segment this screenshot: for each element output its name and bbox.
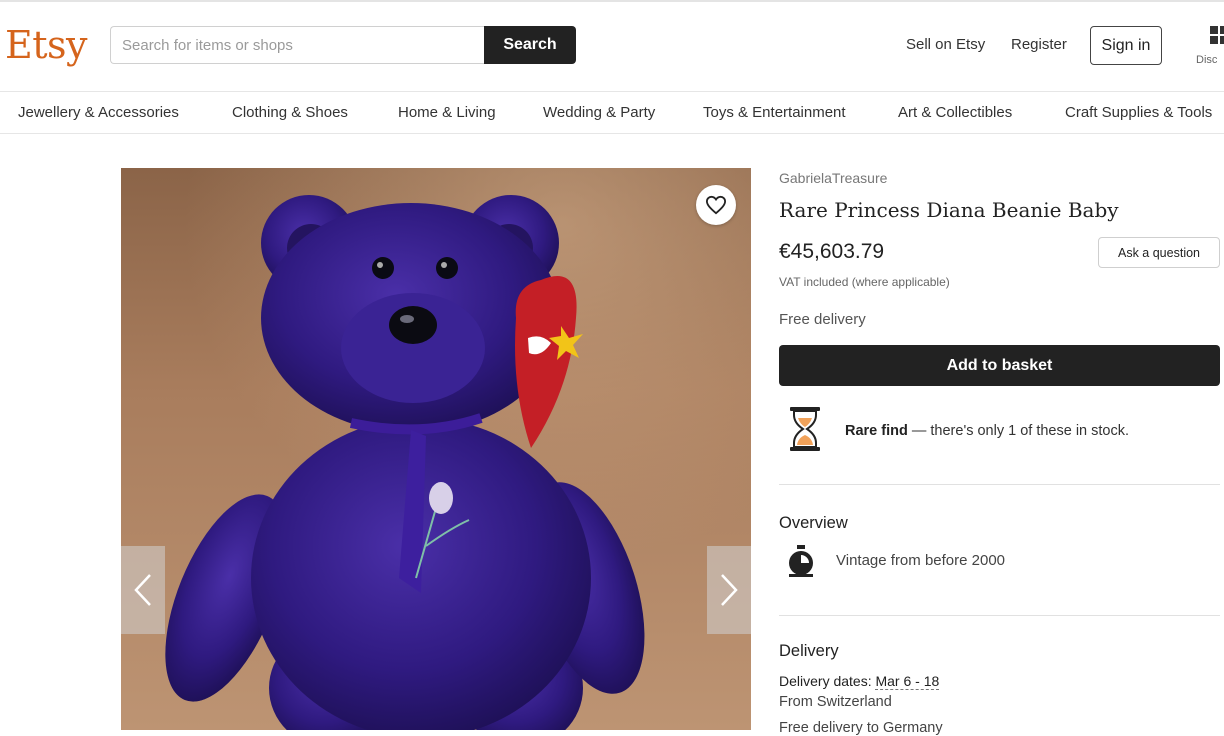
add-to-basket-button[interactable]: Add to basket	[779, 345, 1220, 386]
discover-label[interactable]: Disc	[1196, 54, 1217, 66]
previous-image-button[interactable]	[121, 546, 165, 634]
free-delivery-to: Free delivery to Germany	[779, 720, 943, 736]
category-clothing[interactable]: Clothing & Shoes	[232, 104, 348, 121]
free-delivery-note: Free delivery	[779, 311, 866, 328]
product-image[interactable]	[121, 168, 751, 730]
delivery-dates-label: Delivery dates:	[779, 673, 876, 689]
divider	[779, 615, 1220, 616]
category-home[interactable]: Home & Living	[398, 104, 496, 121]
price: €45,603.79	[779, 240, 885, 263]
category-jewellery[interactable]: Jewellery & Accessories	[18, 104, 179, 121]
rare-find-text: — there's only 1 of these in stock.	[907, 423, 1130, 439]
rare-find-label: Rare find	[845, 423, 908, 439]
stopwatch-icon	[789, 545, 813, 577]
search-button[interactable]: Search	[484, 26, 576, 64]
category-art[interactable]: Art & Collectibles	[898, 104, 1012, 121]
next-image-button[interactable]	[707, 546, 751, 634]
hourglass-icon	[790, 407, 820, 451]
category-nav: Jewellery & Accessories Clothing & Shoes…	[0, 91, 1224, 134]
delivery-dates-value[interactable]: Mar 6 - 18	[875, 673, 940, 690]
sign-in-button[interactable]: Sign in	[1090, 26, 1162, 65]
category-wedding[interactable]: Wedding & Party	[543, 104, 655, 121]
vintage-note: Vintage from before 2000	[836, 552, 1006, 569]
ships-from: From Switzerland	[779, 694, 892, 710]
delivery-heading: Delivery	[779, 642, 839, 660]
shop-name-link[interactable]: GabrielaTreasure	[779, 170, 887, 186]
listing-title: Rare Princess Diana Beanie Baby	[779, 198, 1119, 222]
grid-icon[interactable]	[1210, 26, 1224, 46]
vat-note: VAT included (where applicable)	[779, 275, 950, 289]
search-bar: Search	[110, 26, 576, 64]
etsy-logo[interactable]: Etsy	[5, 22, 87, 68]
ask-question-button[interactable]: Ask a question	[1098, 237, 1220, 268]
category-craft[interactable]: Craft Supplies & Tools	[1065, 104, 1212, 121]
bear-illustration	[121, 168, 751, 730]
sell-on-etsy-link[interactable]: Sell on Etsy	[906, 36, 985, 53]
chevron-left-icon	[134, 574, 151, 606]
heart-icon	[705, 195, 727, 215]
search-input[interactable]	[110, 26, 484, 64]
divider	[779, 484, 1220, 485]
delivery-dates: Delivery dates: Mar 6 - 18	[779, 673, 940, 690]
category-toys[interactable]: Toys & Entertainment	[703, 104, 846, 121]
chevron-right-icon	[721, 574, 738, 606]
register-link[interactable]: Register	[1011, 36, 1067, 53]
top-border	[0, 0, 1224, 2]
rare-find-note: Rare find — there's only 1 of these in s…	[845, 423, 1129, 439]
favorite-button[interactable]	[696, 185, 736, 225]
overview-heading: Overview	[779, 514, 848, 532]
